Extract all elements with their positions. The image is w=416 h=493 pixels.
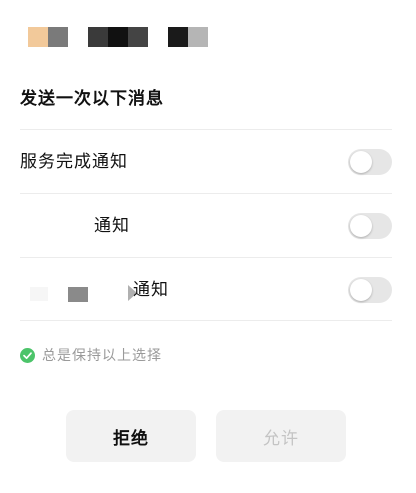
remember-choice-label: 总是保持以上选择 <box>42 348 162 364</box>
option-label: 通知 <box>133 279 169 300</box>
redaction-block <box>128 27 148 47</box>
option-toggle[interactable] <box>348 148 392 175</box>
app-identity-redacted <box>28 27 228 47</box>
option-row-3: 通知 <box>20 258 392 321</box>
option-row-service-complete: 服务完成通知 <box>20 130 392 193</box>
redaction-block <box>48 27 68 47</box>
redaction-block <box>88 27 108 47</box>
toggle-knob <box>350 214 372 237</box>
divider <box>20 320 392 321</box>
option-toggle[interactable] <box>348 276 392 303</box>
dialog-title: 发送一次以下消息 <box>20 89 164 109</box>
option-label: 服务完成通知 <box>20 151 128 172</box>
app-avatar-redacted <box>28 27 48 47</box>
check-circle-icon <box>20 348 35 363</box>
option-toggle[interactable] <box>348 212 392 239</box>
reject-button[interactable]: 拒绝 <box>66 410 196 462</box>
toggle-knob <box>350 150 372 173</box>
redaction-block <box>108 27 128 47</box>
redaction-block <box>168 27 188 47</box>
option-label: 通知 <box>94 215 130 236</box>
allow-button[interactable]: 允许 <box>216 410 346 462</box>
option-row-2: 通知 <box>20 194 392 257</box>
subscribe-message-dialog: 发送一次以下消息 服务完成通知 通知 通知 总是保持以上选择 拒绝 允许 <box>0 0 416 493</box>
toggle-knob <box>350 278 372 301</box>
redaction-block <box>30 287 48 301</box>
redaction-block <box>68 287 88 302</box>
redaction-block <box>188 27 208 47</box>
